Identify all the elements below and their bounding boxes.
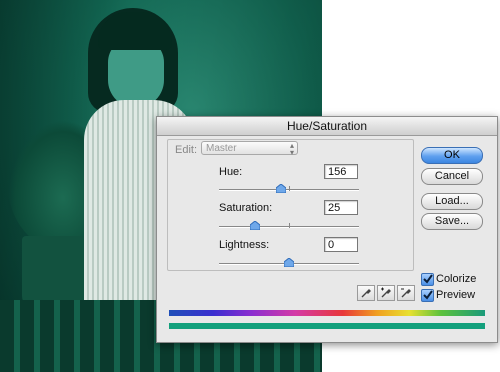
preview-checkbox[interactable] [421,289,434,302]
hue-saturation-dialog: Hue/Saturation Edit: Master ▴ ▾ Hue: 156 … [156,116,498,343]
cancel-button[interactable]: Cancel [421,168,483,185]
flower-pot [22,236,92,308]
eyedropper-plus-icon [381,287,391,298]
eyedropper-minus-tool[interactable] [397,285,415,301]
lightness-label: Lightness: [219,239,270,251]
saturation-label: Saturation: [219,202,273,214]
edit-channel-value: Master [206,143,237,154]
checkmark-icon [423,290,433,300]
input-spectrum-bar [169,310,485,316]
eyedropper-icon [361,289,371,298]
saturation-center-tick [289,223,290,228]
hue-value-field[interactable]: 156 [324,164,358,179]
hue-slider-thumb[interactable] [276,184,286,193]
eyedropper-tool[interactable] [357,285,375,301]
load-button[interactable]: Load... [421,193,483,210]
eyedropper-minus-icon [401,288,411,298]
colorize-label: Colorize [436,273,477,285]
save-button[interactable]: Save... [421,213,483,230]
edit-channel-select[interactable]: Master ▴ ▾ [201,141,298,157]
saturation-value-field[interactable]: 25 [324,200,358,215]
lightness-value-field[interactable]: 0 [324,237,358,252]
ok-button[interactable]: OK [421,147,483,164]
colorize-checkbox[interactable] [421,273,434,286]
stepper-arrows-icon: ▴ ▾ [289,141,294,157]
hue-label: Hue: [219,166,243,178]
dialog-title: Hue/Saturation [157,117,497,136]
lightness-slider-thumb[interactable] [284,258,294,267]
checkmark-icon [423,274,433,284]
output-colorized-bar [169,323,485,329]
preview-label: Preview [436,289,476,301]
hue-center-tick [289,186,290,191]
edit-label: Edit: [175,144,198,156]
saturation-slider-thumb[interactable] [250,221,260,230]
eyedropper-plus-tool[interactable] [377,285,395,301]
edit-group-box [167,139,414,271]
